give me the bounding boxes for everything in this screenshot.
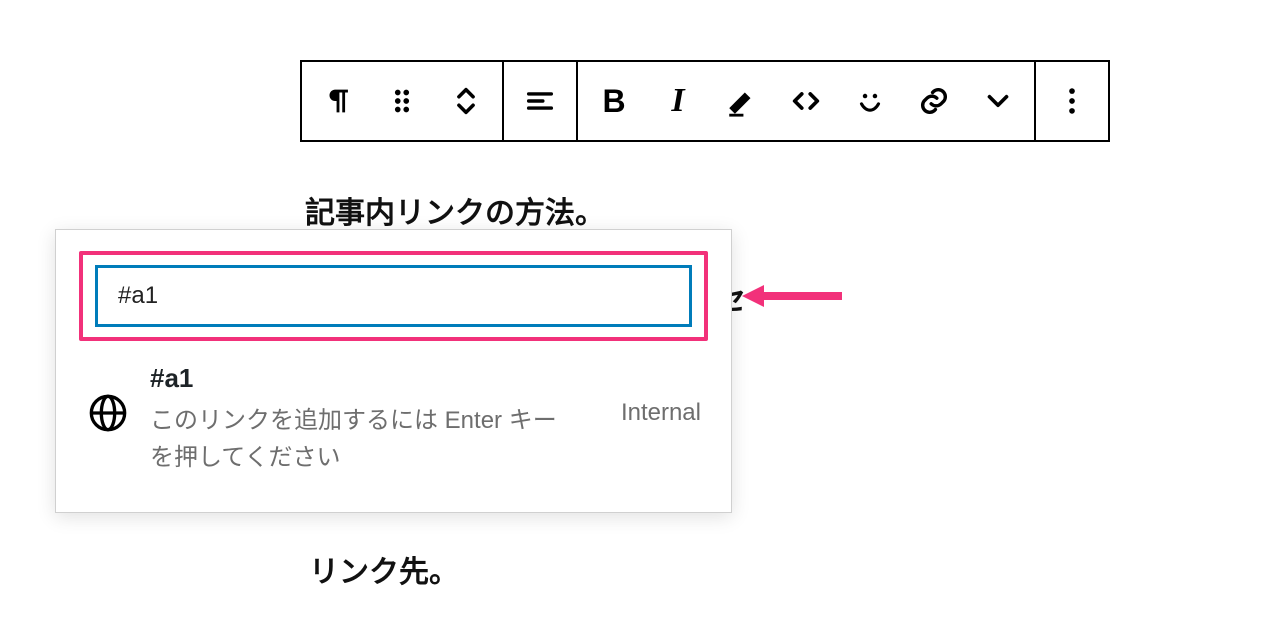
smiley-icon <box>853 84 887 118</box>
annotation-arrow <box>742 283 842 309</box>
drag-handle-button[interactable] <box>370 62 434 140</box>
globe-icon <box>86 391 130 435</box>
highlight-icon <box>725 84 759 118</box>
highlight-button[interactable] <box>710 62 774 140</box>
annotation-highlight-box <box>79 251 708 341</box>
editor-paragraph-2[interactable]: リンク先。 <box>309 547 459 591</box>
block-toolbar: B I <box>300 60 1110 142</box>
chevron-down-icon <box>981 84 1015 118</box>
chevrons-updown-icon <box>449 84 483 118</box>
bold-button[interactable]: B <box>582 62 646 140</box>
more-format-button[interactable] <box>966 62 1030 140</box>
move-updown-button[interactable] <box>434 62 498 140</box>
suggestion-body: #a1 このリンクを追加するには Enter キーを押してください <box>150 363 601 476</box>
paragraph-block-button[interactable] <box>306 62 370 140</box>
drag-icon <box>385 84 419 118</box>
editor-paragraph-1[interactable]: 記事内リンクの方法。 <box>305 188 605 232</box>
italic-button[interactable]: I <box>646 62 710 140</box>
align-left-icon <box>523 84 557 118</box>
suggestion-title: #a1 <box>150 363 601 394</box>
link-url-input[interactable] <box>95 265 692 327</box>
suggestion-type-tag: Internal <box>621 363 701 427</box>
toolbar-group-more <box>1036 62 1108 140</box>
link-popover: #a1 このリンクを追加するには Enter キーを押してください Intern… <box>55 229 732 513</box>
more-vertical-icon <box>1055 84 1089 118</box>
code-button[interactable] <box>774 62 838 140</box>
toolbar-group-block <box>302 62 504 140</box>
emoji-button[interactable] <box>838 62 902 140</box>
pilcrow-icon <box>321 84 355 118</box>
link-icon <box>917 84 951 118</box>
code-icon <box>789 84 823 118</box>
toolbar-group-format: B I <box>578 62 1036 140</box>
options-button[interactable] <box>1040 62 1104 140</box>
toolbar-group-align <box>504 62 578 140</box>
link-button[interactable] <box>902 62 966 140</box>
suggestion-description: このリンクを追加するには Enter キーを押してください <box>150 402 580 476</box>
link-suggestion-item[interactable]: #a1 このリンクを追加するには Enter キーを押してください Intern… <box>56 363 731 512</box>
align-button[interactable] <box>508 62 572 140</box>
